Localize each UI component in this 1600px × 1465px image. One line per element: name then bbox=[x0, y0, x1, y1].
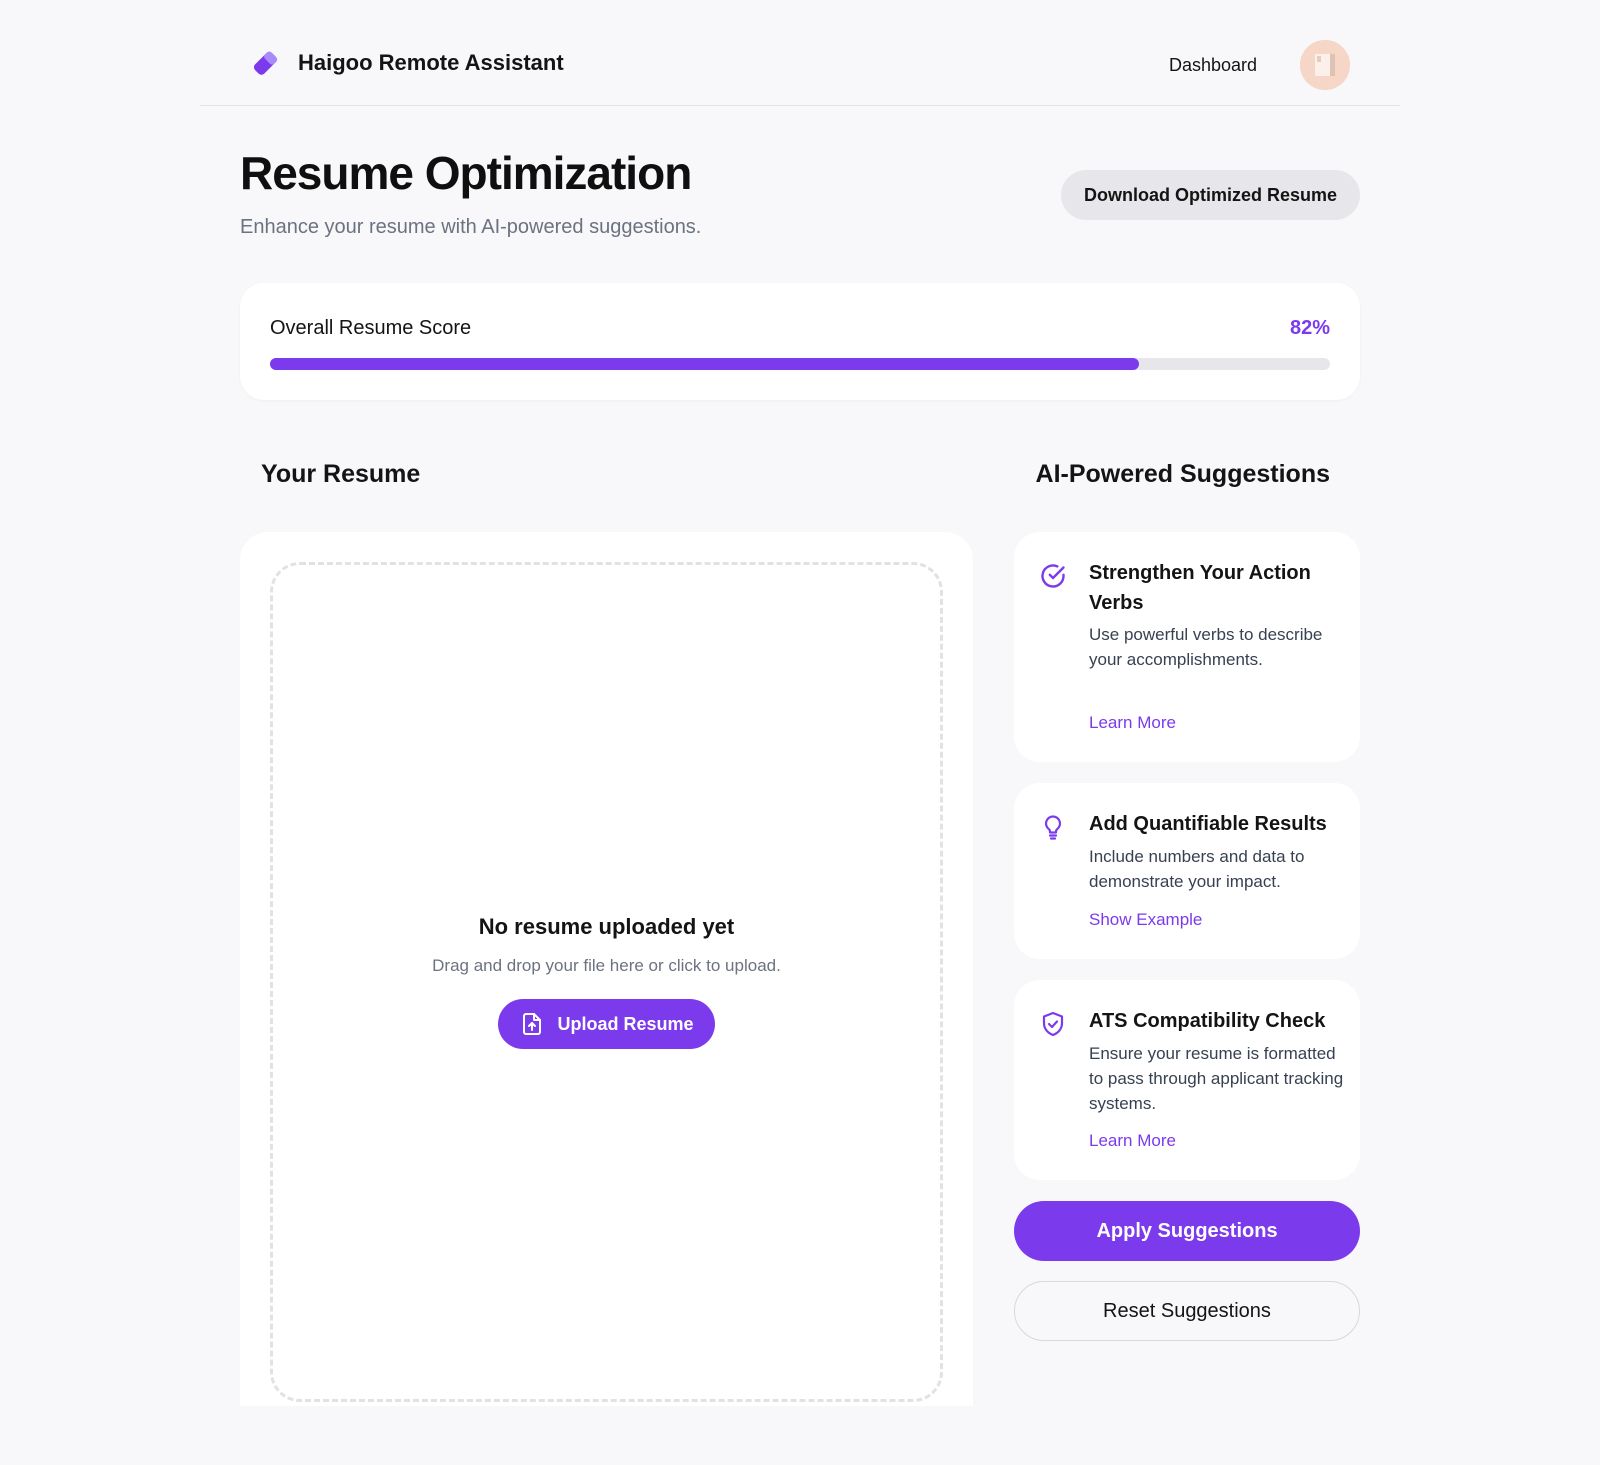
page-subtitle: Enhance your resume with AI-powered sugg… bbox=[240, 216, 702, 238]
upload-resume-label: Upload Resume bbox=[557, 1013, 694, 1034]
resume-dropzone[interactable]: No resume uploaded yet Drag and drop you… bbox=[270, 562, 943, 1402]
suggestion-title: ATS Compatibility Check bbox=[1089, 1010, 1326, 1032]
score-progress-fill bbox=[270, 358, 1140, 370]
nav-dashboard-link[interactable]: Dashboard bbox=[1169, 55, 1257, 76]
apply-suggestions-button[interactable]: Apply Suggestions bbox=[1014, 1201, 1360, 1261]
upload-resume-button[interactable]: Upload Resume bbox=[498, 999, 715, 1049]
ai-suggestions-heading: AI-Powered Suggestions bbox=[1035, 460, 1330, 488]
avatar-icon bbox=[1300, 40, 1350, 90]
tag-icon bbox=[253, 51, 278, 75]
suggestion-description: Ensure your resume is formatted to pass … bbox=[1089, 1044, 1344, 1113]
resume-score-card: Overall Resume Score 82% bbox=[240, 283, 1360, 400]
top-navigation-bar: Haigoo Remote Assistant Dashboard bbox=[200, 0, 1400, 106]
check-circle-icon bbox=[1039, 562, 1067, 590]
suggestion-card-ats-compatibility: ATS Compatibility Check Ensure your resu… bbox=[1014, 980, 1360, 1180]
suggestion-title: Strengthen Your Action Verbs bbox=[1089, 562, 1311, 614]
learn-more-link[interactable]: Learn More bbox=[1089, 1131, 1176, 1151]
empty-state-subtitle: Drag and drop your file here or click to… bbox=[432, 956, 781, 975]
shield-check-icon bbox=[1039, 1010, 1067, 1038]
file-upload-icon bbox=[523, 1013, 542, 1035]
brand[interactable]: Haigoo Remote Assistant bbox=[250, 48, 564, 78]
suggestion-title: Add Quantifiable Results bbox=[1089, 813, 1327, 835]
suggestion-card-quantifiable-results: Add Quantifiable Results Include numbers… bbox=[1014, 783, 1360, 959]
page: Haigoo Remote Assistant Dashboard Resume… bbox=[0, 0, 1600, 1465]
resume-panel: No resume uploaded yet Drag and drop you… bbox=[240, 532, 973, 1406]
brand-name: Haigoo Remote Assistant bbox=[298, 50, 564, 75]
show-example-link[interactable]: Show Example bbox=[1089, 910, 1202, 930]
score-progress-track bbox=[270, 358, 1330, 370]
score-value: 82% bbox=[1289, 317, 1330, 339]
suggestion-card-action-verbs: Strengthen Your Action Verbs Use powerfu… bbox=[1014, 532, 1360, 762]
download-optimized-resume-button[interactable]: Download Optimized Resume bbox=[1061, 170, 1360, 220]
your-resume-heading: Your Resume bbox=[261, 460, 421, 488]
suggestion-description: Include numbers and data to demonstrate … bbox=[1089, 847, 1305, 891]
suggestion-description: Use powerful verbs to describe your acco… bbox=[1089, 625, 1323, 669]
lightbulb-icon bbox=[1039, 813, 1067, 841]
score-label: Overall Resume Score bbox=[270, 317, 472, 339]
user-avatar[interactable] bbox=[1300, 40, 1350, 90]
empty-state-title: No resume uploaded yet bbox=[478, 914, 735, 939]
reset-suggestions-button[interactable]: Reset Suggestions bbox=[1014, 1281, 1360, 1341]
learn-more-link[interactable]: Learn More bbox=[1089, 713, 1176, 733]
page-title: Resume Optimization bbox=[240, 147, 692, 199]
